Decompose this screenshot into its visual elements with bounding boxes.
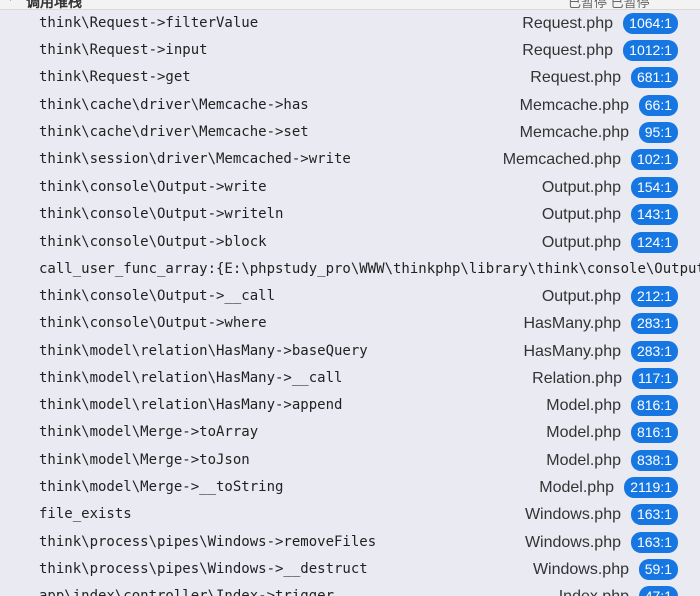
frame-file-name: Output.php bbox=[541, 206, 621, 223]
call-stack-panel: ▾ 调用堆栈 已暂停 已暂停 think\Request->filterValu… bbox=[0, 0, 700, 596]
frame-line-badge: 143:1 bbox=[630, 204, 678, 225]
frame-function-name: think\cache\driver\Memcache->has bbox=[39, 97, 309, 113]
stack-frame-row[interactable]: think\Request->filterValue Request.php 106… bbox=[0, 10, 700, 37]
frame-function-name: think\Request->input bbox=[39, 42, 208, 58]
stack-frame-row[interactable]: think\console\Output->writeln Output.php 1… bbox=[0, 201, 700, 228]
frame-line-badge: 66:1 bbox=[638, 95, 678, 116]
stack-frame-row[interactable]: think\session\driver\Memcached->write Mem… bbox=[0, 146, 700, 173]
frame-line-badge: 681:1 bbox=[630, 67, 678, 88]
frame-line-badge: 838:1 bbox=[630, 450, 678, 471]
frame-line-badge: 124:1 bbox=[630, 232, 678, 253]
frame-line-badge: 1012:1 bbox=[623, 40, 678, 61]
stack-frame-row[interactable]: think\console\Output->where HasMany.php 28… bbox=[0, 310, 700, 337]
stack-frame-row[interactable]: file_exists Windows.php 163:1 bbox=[0, 501, 700, 528]
frame-file-name: Output.php bbox=[541, 234, 621, 251]
frame-file-name: Model.php bbox=[546, 424, 621, 441]
stack-frame-row[interactable]: think\console\Output->block Output.php 124… bbox=[0, 229, 700, 256]
frame-file-name: HasMany.php bbox=[523, 343, 621, 360]
frame-function-name: think\model\relation\HasMany->baseQuery bbox=[39, 343, 368, 359]
stack-frame-row[interactable]: think\cache\driver\Memcache->has Memcache… bbox=[0, 92, 700, 119]
frame-file-name: Windows.php bbox=[532, 561, 629, 578]
frame-function-name: app\index\controller\Index->trigger bbox=[39, 588, 335, 596]
frame-line-badge: 163:1 bbox=[630, 504, 678, 525]
stack-frame-row[interactable]: think\Request->input Request.php 1012:1 bbox=[0, 37, 700, 64]
frame-file-name: Output.php bbox=[541, 179, 621, 196]
frame-function-name: think\Request->filterValue bbox=[39, 15, 259, 31]
frame-file-name: Memcache.php bbox=[519, 97, 629, 114]
stack-frame-row[interactable]: think\Request->get Request.php 681:1 bbox=[0, 64, 700, 91]
frame-function-name: think\process\pipes\Windows->removeFiles bbox=[39, 534, 377, 550]
frame-function-name: think\console\Output->block bbox=[39, 234, 267, 250]
frame-function-name: call_user_func_array:{E:\phpstudy_pro\WW… bbox=[39, 261, 700, 277]
call-stack-list: think\Request->filterValue Request.php 106… bbox=[0, 10, 700, 596]
frame-file-name: Model.php bbox=[539, 479, 614, 496]
stack-frame-row[interactable]: think\process\pipes\Windows->removeFiles… bbox=[0, 529, 700, 556]
frame-line-badge: 95:1 bbox=[638, 122, 678, 143]
frame-function-name: think\Request->get bbox=[39, 69, 191, 85]
frame-line-badge: 47:1 bbox=[638, 586, 678, 596]
frame-function-name: think\console\Output->__call bbox=[39, 288, 276, 304]
stack-frame-row[interactable]: think\console\Output->__call Output.php 21… bbox=[0, 283, 700, 310]
frame-function-name: think\console\Output->writeln bbox=[39, 206, 284, 222]
frame-file-name: Memcache.php bbox=[519, 124, 629, 141]
frame-line-badge: 283:1 bbox=[630, 341, 678, 362]
call-stack-header[interactable]: ▾ 调用堆栈 已暂停 已暂停 bbox=[0, 0, 700, 10]
frame-function-name: think\process\pipes\Windows->__destruct bbox=[39, 561, 368, 577]
frame-function-name: think\model\Merge->__toString bbox=[39, 479, 284, 495]
frame-file-name: Windows.php bbox=[524, 534, 621, 551]
frame-file-name: Output.php bbox=[541, 288, 621, 305]
frame-line-badge: 154:1 bbox=[630, 177, 678, 198]
frame-function-name: think\model\Merge->toJson bbox=[39, 452, 250, 468]
frame-file-name: Memcached.php bbox=[502, 151, 621, 168]
frame-file-name: Request.php bbox=[530, 69, 621, 86]
frame-function-name: think\cache\driver\Memcache->set bbox=[39, 124, 309, 140]
frame-file-name: Index.php bbox=[559, 583, 629, 596]
frame-line-badge: 1064:1 bbox=[623, 13, 678, 34]
stack-frame-row[interactable]: think\model\relation\HasMany->__call Rela… bbox=[0, 365, 700, 392]
frame-line-badge: 816:1 bbox=[630, 422, 678, 443]
frame-file-name: Relation.php bbox=[532, 370, 622, 387]
frame-function-name: file_exists bbox=[39, 506, 132, 522]
chevron-down-icon[interactable]: ▾ bbox=[8, 0, 13, 4]
frame-line-badge: 163:1 bbox=[630, 532, 678, 553]
frame-function-name: think\console\Output->write bbox=[39, 179, 267, 195]
frame-function-name: think\model\relation\HasMany->__call bbox=[39, 370, 343, 386]
stack-frame-row[interactable]: think\model\relation\HasMany->baseQuery H… bbox=[0, 338, 700, 365]
frame-line-badge: 816:1 bbox=[630, 395, 678, 416]
frame-file-name: Windows.php bbox=[524, 506, 621, 523]
stack-frame-row[interactable]: think\console\Output->write Output.php 154… bbox=[0, 174, 700, 201]
frame-line-badge: 59:1 bbox=[638, 559, 678, 580]
frame-line-badge: 102:1 bbox=[630, 149, 678, 170]
frame-file-name: HasMany.php bbox=[523, 315, 621, 332]
frame-function-name: think\session\driver\Memcached->write bbox=[39, 151, 351, 167]
frame-function-name: think\console\Output->where bbox=[39, 315, 267, 331]
frame-file-name: Model.php bbox=[546, 452, 621, 469]
frame-function-name: think\model\Merge->toArray bbox=[39, 424, 259, 440]
frame-file-name: Request.php bbox=[522, 15, 613, 32]
frame-line-badge: 283:1 bbox=[630, 313, 678, 334]
frame-line-badge: 117:1 bbox=[632, 368, 678, 389]
stack-frame-row[interactable]: think\model\relation\HasMany->append Mode… bbox=[0, 392, 700, 419]
frame-function-name: think\model\relation\HasMany->append bbox=[39, 397, 343, 413]
stack-frame-row[interactable]: think\cache\driver\Memcache->set Memcache… bbox=[0, 119, 700, 146]
stack-frame-row[interactable]: app\index\controller\Index->trigger Index… bbox=[0, 583, 700, 596]
stack-frame-row[interactable]: think\process\pipes\Windows->__destruct W… bbox=[0, 556, 700, 583]
stack-frame-row[interactable]: think\model\Merge->__toString Model.php 21… bbox=[0, 474, 700, 501]
stack-frame-row[interactable]: think\model\Merge->toArray Model.php 816:1 bbox=[0, 419, 700, 446]
stack-frame-row[interactable]: call_user_func_array:{E:\phpstudy_pro\WW… bbox=[0, 256, 700, 283]
frame-file-name: Request.php bbox=[522, 42, 613, 59]
frame-line-badge: 212:1 bbox=[630, 286, 678, 307]
frame-line-badge: 2119:1 bbox=[624, 477, 678, 498]
stack-frame-row[interactable]: think\model\Merge->toJson Model.php 838:1 bbox=[0, 447, 700, 474]
frame-file-name: Model.php bbox=[546, 397, 621, 414]
